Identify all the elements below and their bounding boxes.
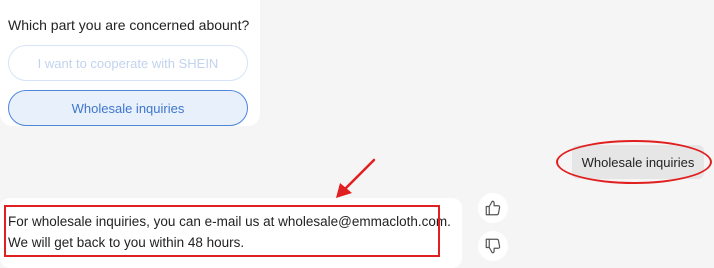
bot-answer-line-1: For wholesale inquiries, you can e-mail … [8,214,451,229]
user-message-bubble: Wholesale inquiries [572,145,704,179]
option-wholesale-button[interactable]: Wholesale inquiries [8,90,248,126]
dislike-button[interactable] [478,231,508,261]
thumbs-down-icon [485,238,501,254]
thumbs-up-icon [485,200,501,216]
option-cooperate-button[interactable]: I want to cooperate with SHEIN [8,45,248,81]
like-button[interactable] [478,193,508,223]
bot-question-text: Which part you are concerned abount? [8,17,250,33]
red-arrow-icon [336,158,376,198]
bot-answer-text: For wholesale inquiries, you can e-mail … [8,211,451,253]
bot-answer-line-2: We will get back to you within 48 hours. [8,235,245,250]
